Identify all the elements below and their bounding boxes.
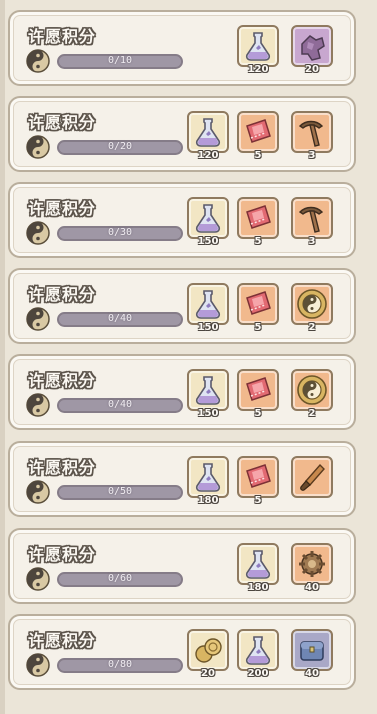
- progress-text: 0/80: [107, 659, 133, 670]
- reward-slot[interactable]: 5: [237, 369, 279, 419]
- progress-bar: 0/10: [57, 54, 183, 69]
- progress-bar: 0/40: [57, 312, 183, 327]
- reward-slot[interactable]: 3: [291, 197, 333, 247]
- reward-quantity: 2: [308, 408, 316, 419]
- reward-slot[interactable]: 20: [291, 25, 333, 75]
- reward-slot[interactable]: 120: [187, 111, 229, 161]
- progress-bar: 0/20: [57, 140, 183, 155]
- reward-quantity: 5: [254, 408, 262, 419]
- row-title: 许愿积分: [28, 27, 97, 46]
- reward-slot[interactable]: 3: [291, 111, 333, 161]
- progress-text: 0/30: [107, 227, 133, 238]
- reward-slot[interactable]: 5: [237, 197, 279, 247]
- reward-quantity: 20: [305, 64, 319, 75]
- panel-edge: [0, 0, 5, 714]
- row-title: 许愿积分: [28, 458, 97, 477]
- reward-slot[interactable]: 40: [291, 543, 333, 593]
- reward-slot[interactable]: 200: [237, 629, 279, 679]
- wish-point-row: 许愿积分 0/50 180 5: [8, 441, 356, 517]
- progress-text: 0/40: [107, 313, 133, 324]
- reward-quantity: 3: [308, 236, 316, 247]
- wish-points-panel: 许愿积分 0/10 120 20 许愿积分 0/20 120 5 3 许愿积分 0/30 150 5 3 许…: [0, 0, 377, 714]
- reward-slot[interactable]: 2: [291, 369, 333, 419]
- reward-quantity: 40: [305, 582, 319, 593]
- reward-slot[interactable]: 2: [291, 283, 333, 333]
- yin-yang-icon: [26, 393, 50, 417]
- reward-slot[interactable]: 150: [187, 283, 229, 333]
- yin-yang-icon: [26, 480, 50, 504]
- yin-yang-icon: [26, 567, 50, 591]
- yin-yang-icon: [26, 221, 50, 245]
- reward-quantity: 200: [247, 668, 269, 679]
- reward-slot[interactable]: 150: [187, 197, 229, 247]
- reward-slot[interactable]: 20: [187, 629, 229, 679]
- progress-text: 0/20: [107, 141, 133, 152]
- reward-quantity: 5: [254, 322, 262, 333]
- reward-quantity: 180: [197, 495, 219, 506]
- wish-point-row: 许愿积分 0/10 120 20: [8, 10, 356, 86]
- yin-yang-icon: [26, 135, 50, 159]
- progress-bar: 0/60: [57, 572, 183, 587]
- wish-point-row: 许愿积分 0/80 20 200 40: [8, 614, 356, 690]
- reward-slot[interactable]: 180: [237, 543, 279, 593]
- row-title: 许愿积分: [28, 371, 97, 390]
- reward-quantity: 5: [254, 495, 262, 506]
- row-title: 许愿积分: [28, 113, 97, 132]
- wish-point-row: 许愿积分 0/40 150 5 2: [8, 354, 356, 430]
- reward-quantity: 150: [197, 408, 219, 419]
- reward-slot[interactable]: 5: [237, 456, 279, 506]
- reward-slot[interactable]: 5: [237, 283, 279, 333]
- progress-bar: 0/30: [57, 226, 183, 241]
- wish-point-row: 许愿积分 0/30 150 5 3: [8, 182, 356, 258]
- reward-slot[interactable]: 40: [291, 629, 333, 679]
- reward-quantity: 20: [201, 668, 215, 679]
- reward-slot[interactable]: 5: [237, 111, 279, 161]
- progress-text: 0/10: [107, 55, 133, 66]
- reward-quantity: 150: [197, 322, 219, 333]
- row-title: 许愿积分: [28, 285, 97, 304]
- reward-quantity: 150: [197, 236, 219, 247]
- yin-yang-icon: [26, 49, 50, 73]
- reward-slot[interactable]: 180: [187, 456, 229, 506]
- row-title: 许愿积分: [28, 545, 97, 564]
- wish-point-row: 许愿积分 0/40 150 5 2: [8, 268, 356, 344]
- reward-quantity: 180: [247, 582, 269, 593]
- reward-slot[interactable]: [291, 456, 333, 498]
- progress-text: 0/50: [107, 486, 133, 497]
- reward-quantity: 5: [254, 236, 262, 247]
- progress-bar: 0/40: [57, 398, 183, 413]
- yin-yang-icon: [26, 653, 50, 677]
- row-title: 许愿积分: [28, 199, 97, 218]
- reward-quantity: 3: [308, 150, 316, 161]
- reward-quantity: 5: [254, 150, 262, 161]
- progress-bar: 0/50: [57, 485, 183, 500]
- reward-quantity: 120: [247, 64, 269, 75]
- reward-quantity: 40: [305, 668, 319, 679]
- progress-text: 0/40: [107, 399, 133, 410]
- progress-text: 0/60: [107, 573, 133, 584]
- wish-point-row: 许愿积分 0/60 180 40: [8, 528, 356, 604]
- reward-quantity: 2: [308, 322, 316, 333]
- wish-point-row: 许愿积分 0/20 120 5 3: [8, 96, 356, 172]
- reward-slot[interactable]: 120: [237, 25, 279, 75]
- yin-yang-icon: [26, 307, 50, 331]
- progress-bar: 0/80: [57, 658, 183, 673]
- reward-quantity: 120: [197, 150, 219, 161]
- reward-slot[interactable]: 150: [187, 369, 229, 419]
- row-title: 许愿积分: [28, 631, 97, 650]
